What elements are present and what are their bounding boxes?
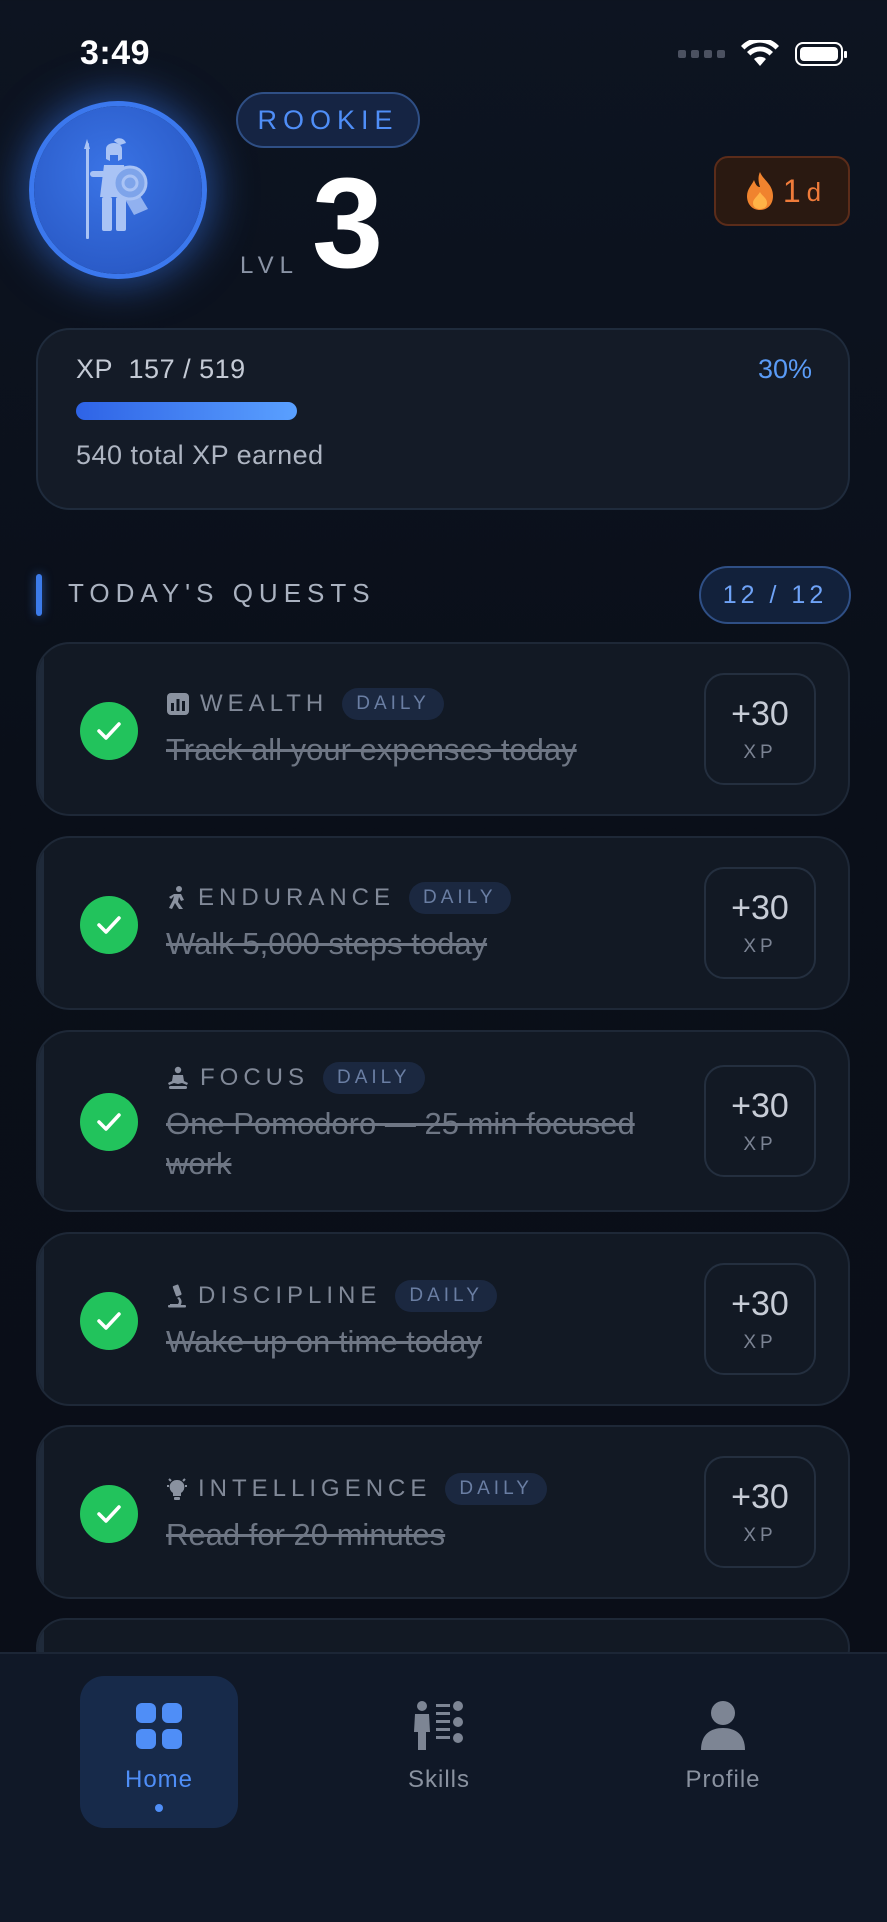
quest-meta: FOCUS DAILY [166, 1062, 425, 1094]
checkmark-icon [97, 1113, 121, 1131]
quest-xp-reward: +30 XP [704, 1065, 816, 1177]
quest-xp-unit: XP [743, 1133, 777, 1155]
quest-card-discipline[interactable]: DISCIPLINE DAILY Wake up on time today +… [36, 1232, 850, 1406]
quest-xp-reward: +30 XP [704, 867, 816, 979]
section-accent-bar [36, 574, 42, 616]
xp-progress-fill [76, 402, 298, 420]
microscope-icon [168, 1284, 186, 1308]
quest-text: Wake up on time today [166, 1324, 482, 1359]
quest-xp-unit: XP [743, 935, 777, 957]
wifi-icon [741, 40, 779, 66]
quest-xp-unit: XP [743, 741, 777, 763]
quest-meta: WEALTH DAILY [166, 688, 444, 720]
nav-profile-label: Profile [685, 1766, 761, 1793]
flame-icon [746, 172, 773, 210]
quest-xp-amount: +30 [731, 1477, 789, 1516]
quest-category: DISCIPLINE [198, 1282, 382, 1309]
quest-xp-reward: +30 XP [704, 673, 816, 785]
quest-complete-checkbox[interactable] [80, 1485, 138, 1543]
quest-xp-unit: XP [743, 1331, 777, 1353]
lightbulb-icon [167, 1478, 187, 1500]
quest-xp-amount: +30 [731, 888, 789, 927]
user-icon [699, 1700, 747, 1752]
quest-card-intelligence[interactable]: INTELLIGENCE DAILY Read for 20 minutes +… [36, 1425, 850, 1599]
streak-badge[interactable]: 1 d [714, 156, 850, 226]
checkmark-icon [97, 916, 121, 934]
quest-text: One Pomodoro — 25 min focused work [166, 1106, 635, 1181]
quest-xp-reward: +30 XP [704, 1263, 816, 1375]
quest-text: Read for 20 minutes [166, 1517, 446, 1552]
status-icons [678, 40, 847, 68]
quest-text: Track all your expenses today [166, 732, 577, 767]
quests-section-title: TODAY'S QUESTS [68, 578, 376, 608]
rank-badge: ROOKIE [236, 92, 420, 148]
quest-category: INTELLIGENCE [198, 1475, 432, 1502]
spartan-warrior-icon [84, 138, 148, 239]
nav-home[interactable]: Home [80, 1676, 238, 1828]
quest-frequency-tag: DAILY [323, 1062, 425, 1094]
xp-progress-bar [76, 402, 814, 420]
quest-xp-amount: +30 [731, 1086, 789, 1125]
nav-skills[interactable]: Skills [360, 1676, 518, 1828]
checkmark-icon [97, 1505, 121, 1523]
cellular-signal-icon [678, 50, 725, 58]
quest-frequency-tag: DAILY [395, 1280, 497, 1312]
xp-percent: 30% [757, 354, 812, 384]
quest-card-wealth[interactable]: WEALTH DAILY Track all your expenses tod… [36, 642, 850, 816]
avatar[interactable] [34, 106, 202, 274]
dashboard-grid-icon [135, 1700, 183, 1752]
quest-category: FOCUS [200, 1064, 309, 1091]
quest-frequency-tag: DAILY [409, 882, 511, 914]
quest-text: Walk 5,000 steps today [166, 926, 488, 961]
nav-skills-label: Skills [407, 1766, 470, 1793]
nav-home-label: Home [124, 1766, 194, 1793]
level-number: 3 [312, 152, 384, 295]
quest-category: ENDURANCE [198, 884, 396, 911]
quest-xp-unit: XP [743, 1524, 777, 1546]
quest-category: WEALTH [200, 690, 329, 717]
meditation-icon [168, 1066, 188, 1089]
quest-complete-checkbox[interactable] [80, 1093, 138, 1151]
runner-icon [169, 886, 184, 909]
status-bar: 3:49 [0, 0, 887, 110]
quest-complete-checkbox[interactable] [80, 702, 138, 760]
quest-frequency-tag: DAILY [445, 1473, 547, 1505]
nav-profile[interactable]: Profile [644, 1676, 802, 1828]
xp-total-earned: 540 total XP earned [76, 440, 324, 470]
status-time: 3:49 [80, 34, 151, 72]
streak-unit: d [806, 176, 822, 207]
quest-meta: INTELLIGENCE DAILY [166, 1473, 547, 1505]
quest-card-endurance[interactable]: ENDURANCE DAILY Walk 5,000 steps today +… [36, 836, 850, 1010]
wealth-chart-icon [167, 693, 189, 715]
xp-card: XP 157 / 519 30% 540 total XP earned [36, 328, 850, 510]
quests-count-badge: 12 / 12 [699, 566, 851, 624]
quest-card-focus[interactable]: FOCUS DAILY One Pomodoro — 25 min focuse… [36, 1030, 850, 1212]
quest-xp-amount: +30 [731, 1284, 789, 1323]
level-label: LVL [240, 252, 299, 279]
quest-xp-reward: +30 XP [704, 1456, 816, 1568]
active-indicator-dot [155, 1804, 163, 1812]
quest-meta: ENDURANCE DAILY [166, 882, 511, 914]
bottom-nav: Home Skills Profile [0, 1652, 887, 1922]
battery-icon [795, 42, 847, 66]
quest-complete-checkbox[interactable] [80, 1292, 138, 1350]
skills-icon [412, 1700, 466, 1752]
quest-frequency-tag: DAILY [342, 688, 444, 720]
xp-progress-label: XP 157 / 519 [76, 354, 246, 384]
quest-meta: DISCIPLINE DAILY [166, 1280, 497, 1312]
quest-xp-amount: +30 [731, 694, 789, 733]
quest-complete-checkbox[interactable] [80, 896, 138, 954]
checkmark-icon [97, 722, 121, 740]
streak-count: 1 [782, 172, 801, 209]
checkmark-icon [97, 1312, 121, 1330]
